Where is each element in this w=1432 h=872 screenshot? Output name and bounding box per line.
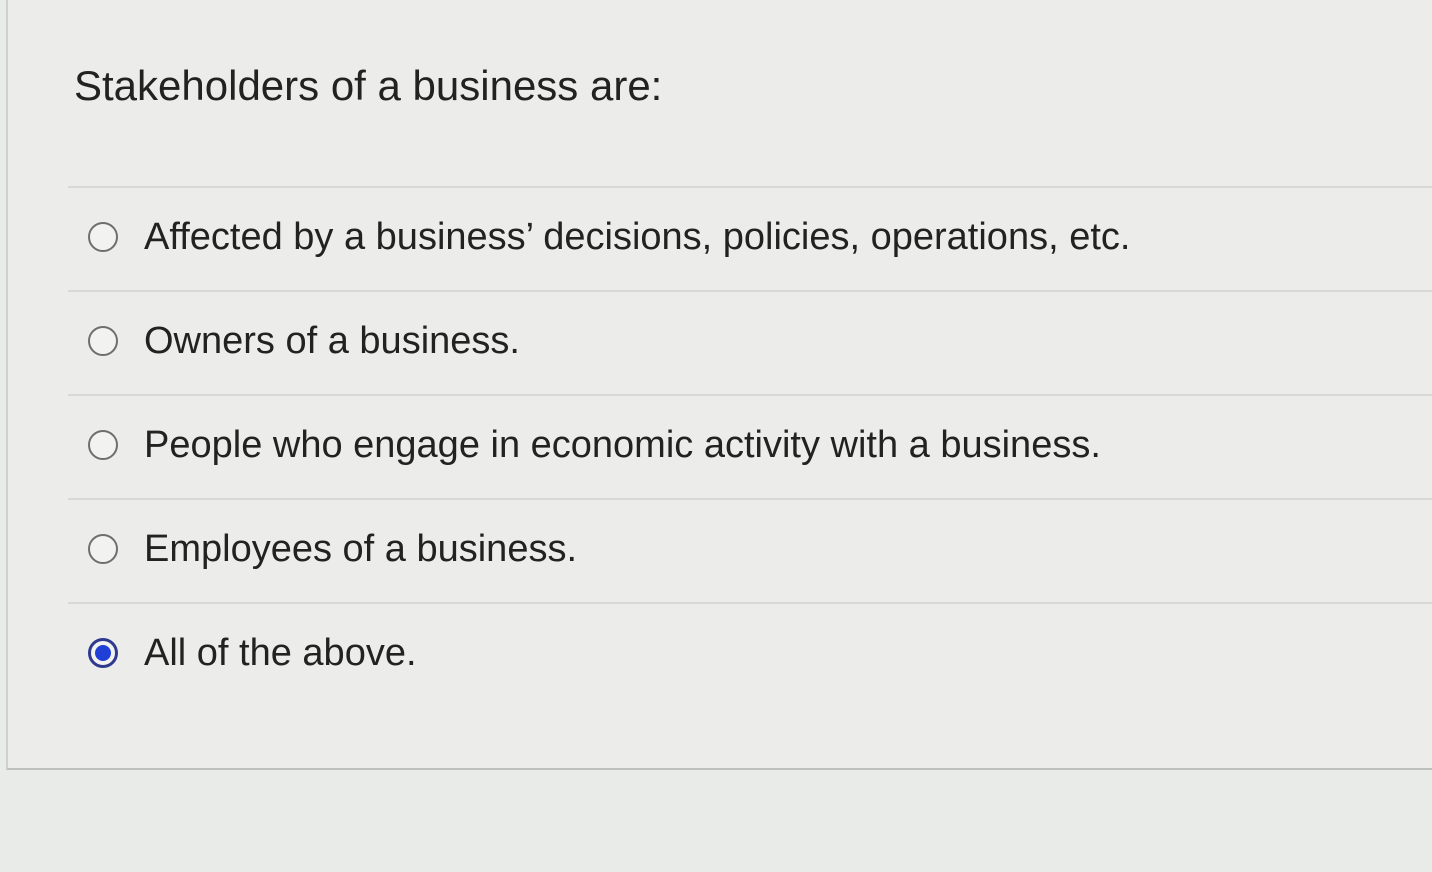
answer-option-1[interactable]: Affected by a business’ decisions, polic… xyxy=(68,186,1432,290)
question-text: Stakeholders of a business are: xyxy=(74,62,663,109)
answer-option-4[interactable]: Employees of a business. xyxy=(68,498,1432,602)
answer-label[interactable]: All of the above. xyxy=(144,632,417,675)
radio-button-unselected[interactable] xyxy=(88,326,118,356)
radio-button-unselected[interactable] xyxy=(88,430,118,460)
answer-label[interactable]: Employees of a business. xyxy=(144,528,577,571)
answer-options: Affected by a business’ decisions, polic… xyxy=(68,186,1432,706)
question-card: Stakeholders of a business are: Affected… xyxy=(6,0,1432,770)
answer-label[interactable]: Affected by a business’ decisions, polic… xyxy=(144,216,1130,259)
answer-option-3[interactable]: People who engage in economic activity w… xyxy=(68,394,1432,498)
answer-option-5[interactable]: All of the above. xyxy=(68,602,1432,706)
radio-button-selected[interactable] xyxy=(88,638,118,668)
answer-label[interactable]: People who engage in economic activity w… xyxy=(144,424,1101,467)
radio-button-unselected[interactable] xyxy=(88,222,118,252)
answer-option-2[interactable]: Owners of a business. xyxy=(68,290,1432,394)
answer-label[interactable]: Owners of a business. xyxy=(144,320,520,363)
radio-button-unselected[interactable] xyxy=(88,534,118,564)
